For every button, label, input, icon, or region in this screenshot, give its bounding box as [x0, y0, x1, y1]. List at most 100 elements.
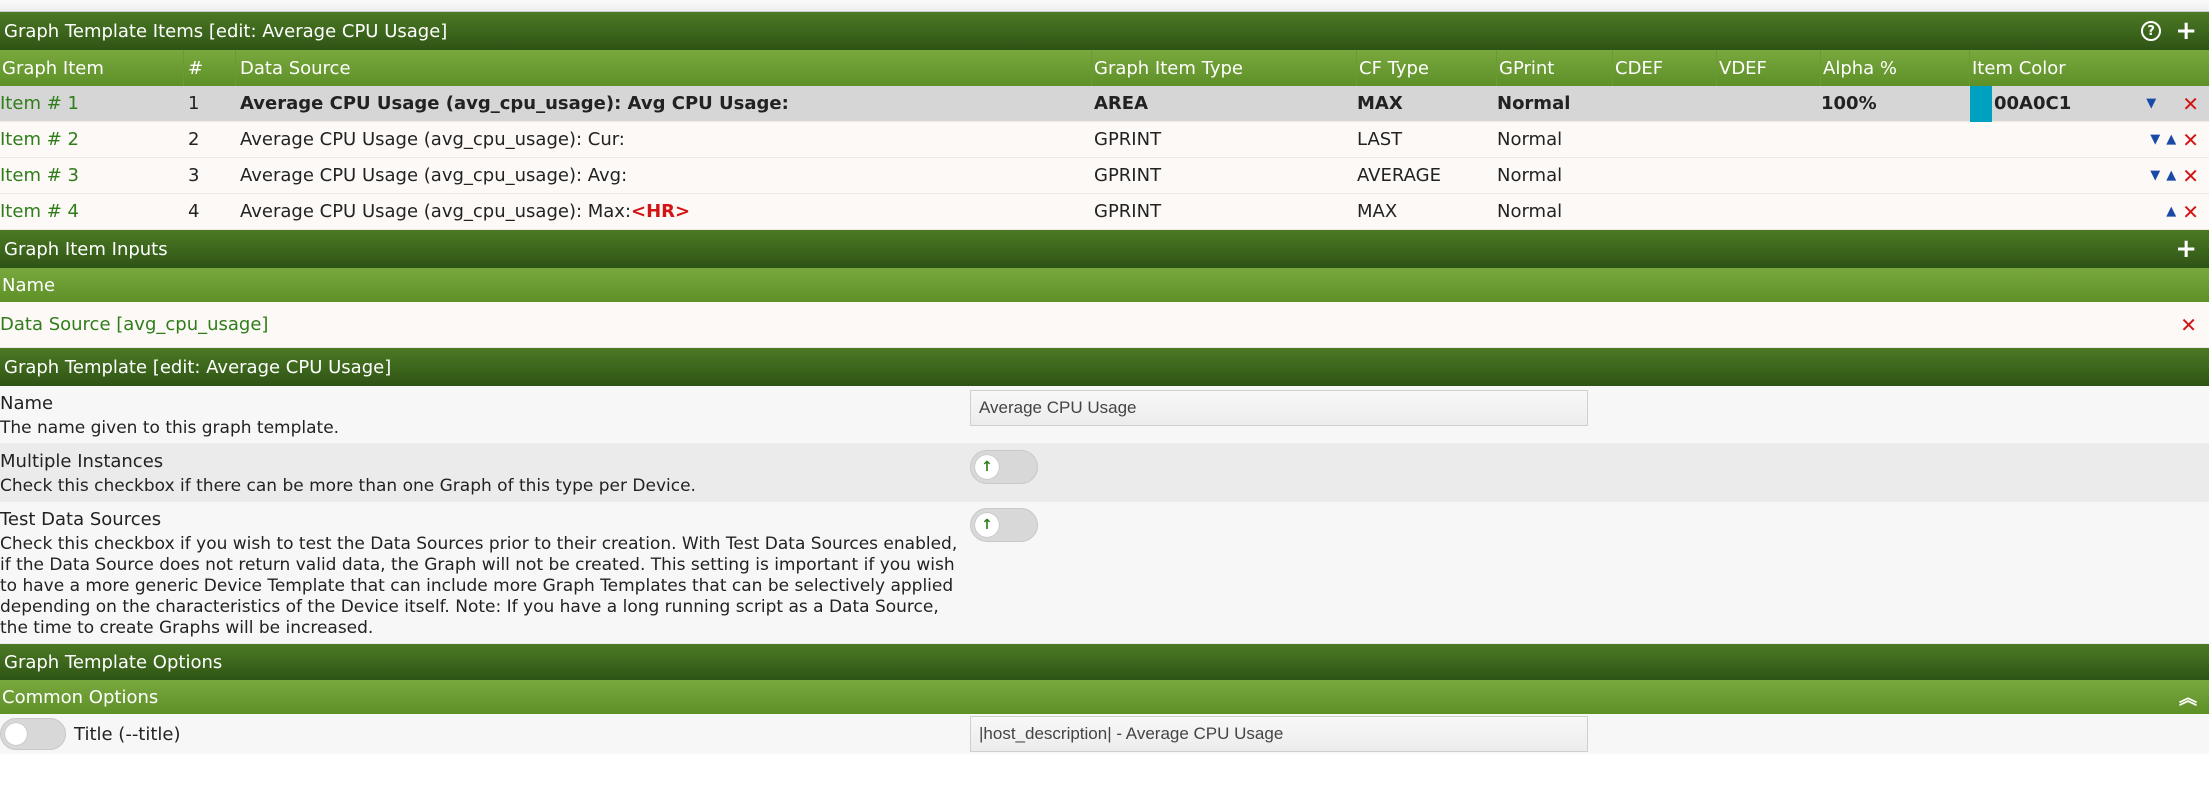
- item-cf-type: LAST: [1357, 129, 1403, 150]
- item-data-source: Average CPU Usage (avg_cpu_usage): Max: <…: [236, 194, 1092, 229]
- top-bar: [0, 0, 2209, 12]
- item-cdef: [1613, 86, 1717, 121]
- multiple-instances-label: Multiple Instances: [0, 450, 164, 472]
- item-type: GPRINT: [1094, 201, 1162, 222]
- color-swatch: [1970, 85, 1992, 122]
- table-row[interactable]: Item # 2 2 Average CPU Usage (avg_cpu_us…: [0, 122, 2209, 158]
- move-down-icon[interactable]: ▼: [2150, 132, 2160, 147]
- col-cdef[interactable]: CDEF: [1613, 50, 1717, 86]
- name-label: Name: [0, 392, 54, 414]
- item-color-code: 00A0C1: [1994, 93, 2072, 114]
- delete-icon[interactable]: ✕: [2180, 315, 2197, 335]
- col-graph-item[interactable]: Graph Item: [0, 50, 184, 86]
- item-number: 3: [188, 165, 200, 186]
- add-input-icon[interactable]: +: [2175, 236, 2197, 262]
- multiple-instances-description: Check this checkbox if there can be more…: [0, 476, 696, 496]
- test-data-sources-toggle[interactable]: ↑: [970, 508, 1038, 542]
- graph-item-link[interactable]: Item # 4: [0, 194, 184, 229]
- move-up-icon[interactable]: ▲: [2166, 204, 2176, 219]
- item-cf-type: AVERAGE: [1357, 165, 1441, 186]
- multiple-instances-toggle[interactable]: ↑: [970, 450, 1038, 484]
- common-options-header[interactable]: Common Options ︽: [0, 680, 2209, 714]
- hr-tag: <HR>: [631, 201, 691, 222]
- item-number: 2: [188, 129, 200, 150]
- move-up-icon[interactable]: ▲: [2166, 168, 2176, 183]
- move-down-icon[interactable]: ▼: [2150, 168, 2160, 183]
- test-data-sources-description: Check this checkbox if you wish to test …: [0, 534, 958, 638]
- delete-icon[interactable]: ✕: [2182, 166, 2199, 186]
- item-cdef: [1613, 194, 1717, 229]
- item-cdef: [1613, 122, 1717, 157]
- template-name-input[interactable]: Average CPU Usage: [970, 390, 1588, 426]
- item-number: 1: [188, 93, 200, 114]
- template-section-header: Graph Template [edit: Average CPU Usage]: [0, 348, 2209, 386]
- test-data-sources-label: Test Data Sources: [0, 508, 162, 530]
- table-row[interactable]: Item # 4 4 Average CPU Usage (avg_cpu_us…: [0, 194, 2209, 230]
- inputs-section-header: Graph Item Inputs +: [0, 230, 2209, 268]
- delete-icon[interactable]: ✕: [2182, 202, 2199, 222]
- table-row[interactable]: Item # 3 3 Average CPU Usage (avg_cpu_us…: [0, 158, 2209, 194]
- item-alpha: [1821, 158, 1970, 193]
- item-gprint: Normal: [1497, 129, 1563, 150]
- graph-item-link[interactable]: Item # 2: [0, 122, 184, 157]
- common-options-title: Common Options: [2, 686, 159, 708]
- item-type: GPRINT: [1094, 129, 1162, 150]
- title-override-toggle[interactable]: [0, 718, 66, 750]
- item-cdef: [1613, 158, 1717, 193]
- form-row-multiple-instances: Multiple Instances Check this checkbox i…: [0, 444, 2209, 502]
- item-vdef: [1717, 194, 1821, 229]
- list-item[interactable]: Data Source [avg_cpu_usage] ✕: [0, 302, 2209, 348]
- col-gprint[interactable]: GPrint: [1497, 50, 1613, 86]
- item-data-source: Average CPU Usage (avg_cpu_usage): Avg:: [240, 165, 628, 186]
- graph-item-link[interactable]: Item # 3: [0, 158, 184, 193]
- col-cf-type[interactable]: CF Type: [1357, 50, 1497, 86]
- options-section-header: Graph Template Options: [0, 644, 2209, 680]
- item-vdef: [1717, 122, 1821, 157]
- item-alpha: 100%: [1821, 93, 1877, 114]
- col-data-source[interactable]: Data Source: [236, 50, 1092, 86]
- item-cf-type: MAX: [1357, 93, 1403, 114]
- items-table-header: Graph Item # Data Source Graph Item Type…: [0, 50, 2209, 86]
- delete-icon[interactable]: ✕: [2182, 130, 2199, 150]
- col-alpha[interactable]: Alpha %: [1821, 50, 1970, 86]
- inputs-table-header: Name: [0, 268, 2209, 302]
- graph-item-link[interactable]: Item # 1: [0, 86, 184, 121]
- col-number[interactable]: #: [184, 50, 236, 86]
- help-icon[interactable]: ?: [2141, 21, 2162, 41]
- toggle-knob-icon: [5, 723, 27, 745]
- add-item-icon[interactable]: +: [2175, 18, 2197, 44]
- item-data-source-text: Average CPU Usage (avg_cpu_usage): Max:: [240, 201, 632, 222]
- collapse-icon[interactable]: ︽: [2179, 684, 2197, 710]
- move-up-icon[interactable]: ▲: [2166, 132, 2176, 147]
- move-down-icon[interactable]: ▼: [2146, 96, 2156, 111]
- name-description: The name given to this graph template.: [0, 418, 340, 438]
- form-row-title: Title (--title) |host_description| - Ave…: [0, 714, 2209, 754]
- item-vdef: [1717, 86, 1821, 121]
- col-item-color[interactable]: Item Color: [1970, 50, 2209, 86]
- item-gprint: Normal: [1497, 201, 1563, 222]
- items-section-header: Graph Template Items [edit: Average CPU …: [0, 12, 2209, 50]
- template-section-title: Graph Template [edit: Average CPU Usage]: [4, 356, 392, 378]
- item-type: GPRINT: [1094, 165, 1162, 186]
- item-number: 4: [188, 201, 200, 222]
- graph-title-input[interactable]: |host_description| - Average CPU Usage: [970, 716, 1588, 752]
- items-section-title: Graph Template Items [edit: Average CPU …: [4, 20, 448, 42]
- delete-icon[interactable]: ✕: [2182, 94, 2199, 114]
- col-graph-item-type[interactable]: Graph Item Type: [1092, 50, 1357, 86]
- toggle-knob-icon: ↑: [975, 455, 999, 479]
- item-alpha: [1821, 194, 1970, 229]
- item-alpha: [1821, 122, 1970, 157]
- item-vdef: [1717, 158, 1821, 193]
- options-section-title: Graph Template Options: [4, 651, 223, 673]
- input-name-link[interactable]: Data Source [avg_cpu_usage]: [0, 314, 268, 335]
- item-type: AREA: [1094, 93, 1149, 114]
- toggle-knob-icon: ↑: [975, 513, 999, 537]
- form-row-name: Name The name given to this graph templa…: [0, 386, 2209, 444]
- item-data-source: Average CPU Usage (avg_cpu_usage): Cur:: [240, 129, 625, 150]
- col-vdef[interactable]: VDEF: [1717, 50, 1821, 86]
- col-name[interactable]: Name: [0, 268, 55, 302]
- item-gprint: Normal: [1497, 165, 1563, 186]
- table-row[interactable]: Item # 1 1 Average CPU Usage (avg_cpu_us…: [0, 85, 2209, 122]
- inputs-section-title: Graph Item Inputs: [4, 238, 168, 260]
- form-row-test-data-sources: Test Data Sources Check this checkbox if…: [0, 502, 2209, 644]
